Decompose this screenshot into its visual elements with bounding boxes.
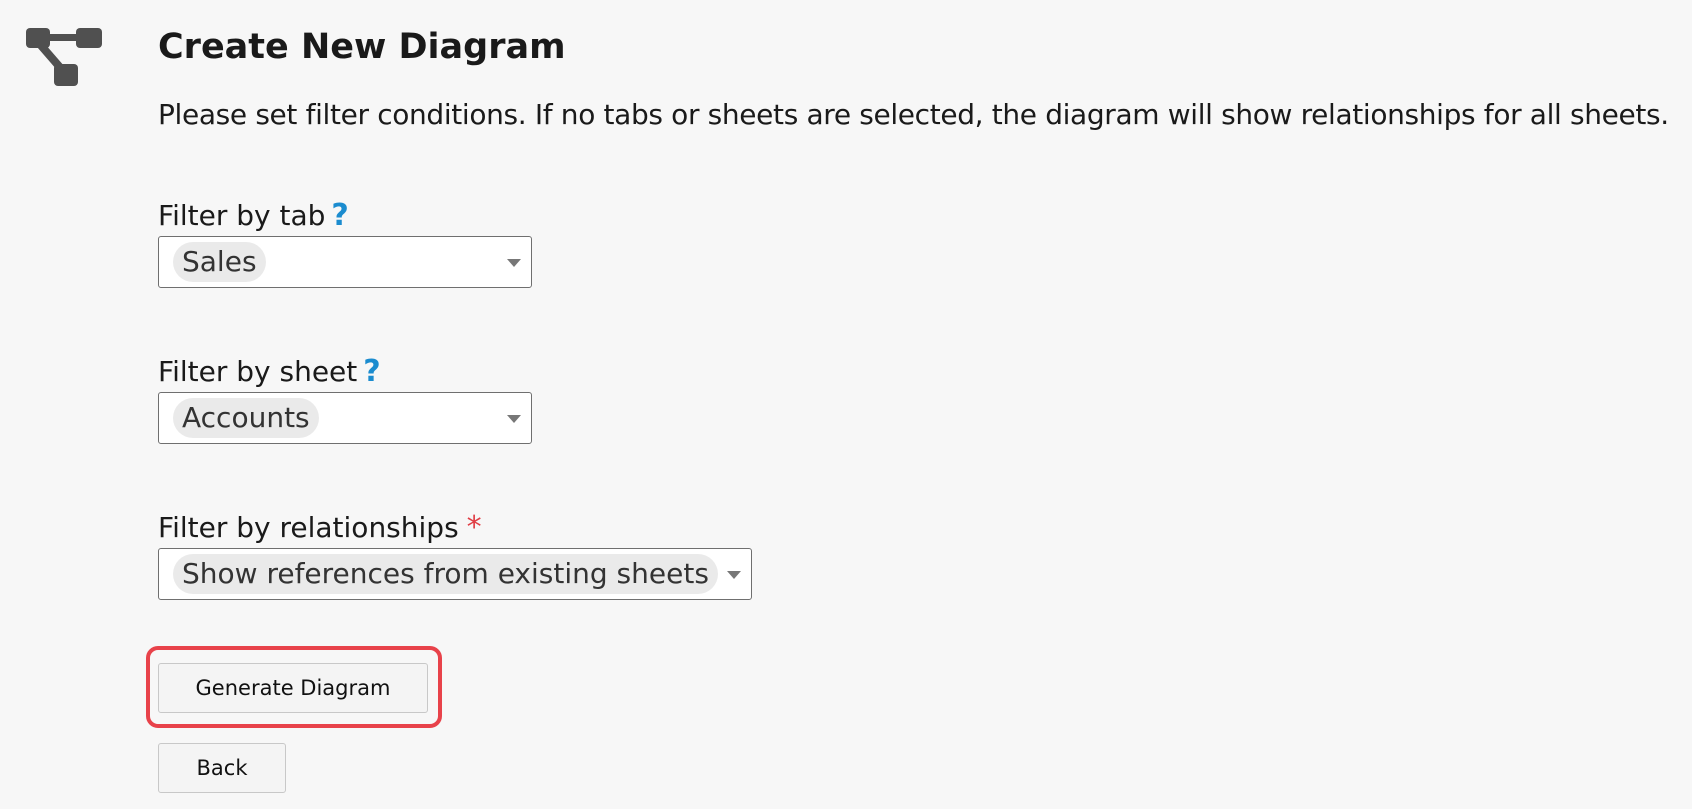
chevron-down-icon[interactable] bbox=[507, 415, 521, 423]
chevron-down-icon[interactable] bbox=[727, 571, 741, 579]
filter-sheet-label-row: Filter by sheet ? bbox=[158, 354, 532, 390]
filter-relationships-label: Filter by relationships bbox=[158, 511, 459, 544]
chevron-down-icon[interactable] bbox=[507, 259, 521, 267]
filter-relationships-select[interactable]: Show references from existing sheets bbox=[158, 548, 752, 600]
filter-tab-select[interactable]: Sales bbox=[158, 236, 532, 288]
selected-sheet-chip[interactable]: Accounts bbox=[173, 398, 319, 438]
highlight-frame bbox=[146, 646, 442, 728]
back-button[interactable]: Back bbox=[158, 743, 286, 793]
selected-relationship-chip[interactable]: Show references from existing sheets bbox=[173, 554, 718, 594]
filter-sheet-field: Filter by sheet ? Accounts bbox=[158, 354, 532, 444]
create-diagram-page: Create New Diagram Please set filter con… bbox=[0, 0, 1692, 809]
selected-tab-chip[interactable]: Sales bbox=[173, 242, 266, 282]
filter-relationships-field: Filter by relationships * Show reference… bbox=[158, 510, 752, 600]
help-icon[interactable]: ? bbox=[363, 354, 380, 390]
filter-sheet-select[interactable]: Accounts bbox=[158, 392, 532, 444]
filter-tab-label: Filter by tab bbox=[158, 199, 326, 232]
page-description: Please set filter conditions. If no tabs… bbox=[158, 98, 1669, 131]
required-indicator: * bbox=[466, 510, 482, 545]
filter-tab-field: Filter by tab ? Sales bbox=[158, 198, 532, 288]
filter-sheet-label: Filter by sheet bbox=[158, 355, 358, 388]
help-icon[interactable]: ? bbox=[331, 198, 348, 234]
diagram-icon bbox=[26, 28, 102, 86]
filter-tab-label-row: Filter by tab ? bbox=[158, 198, 532, 234]
filter-relationships-label-row: Filter by relationships * bbox=[158, 510, 752, 546]
page-title: Create New Diagram bbox=[158, 27, 566, 67]
